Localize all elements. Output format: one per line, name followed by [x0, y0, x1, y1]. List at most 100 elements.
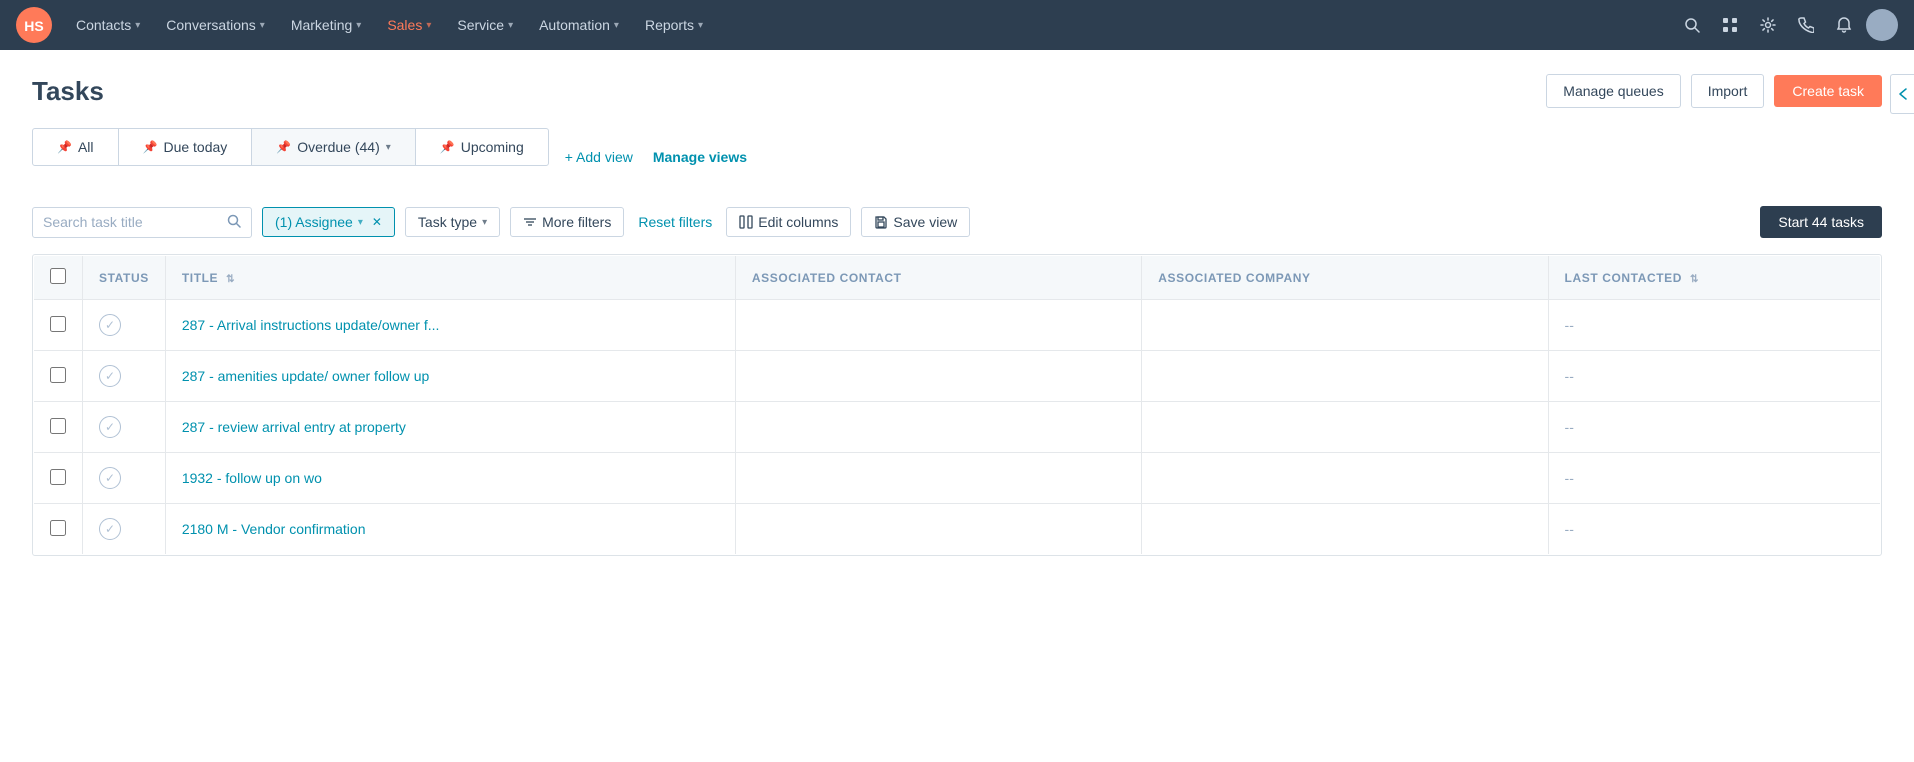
search-icon[interactable] [1676, 9, 1708, 41]
row-contact-cell [735, 351, 1141, 402]
table-row: ✓ 2180 M - Vendor confirmation -- [34, 504, 1881, 555]
nav-automation[interactable]: Automation ▾ [527, 9, 631, 41]
tab-due-today[interactable]: 📌 Due today [119, 129, 253, 165]
phone-icon[interactable] [1790, 9, 1822, 41]
task-status-icon[interactable]: ✓ [99, 365, 121, 387]
last-contacted-value: -- [1565, 419, 1574, 435]
pin-icon: 📌 [143, 140, 158, 154]
task-status-icon[interactable]: ✓ [99, 314, 121, 336]
row-checkbox[interactable] [50, 469, 66, 485]
svg-text:HS: HS [24, 18, 43, 34]
assignee-filter-button[interactable]: (1) Assignee ▾ ✕ [262, 207, 395, 237]
task-status-icon[interactable]: ✓ [99, 416, 121, 438]
table-body: ✓ 287 - Arrival instructions update/owne… [34, 300, 1881, 555]
row-title-cell: 287 - amenities update/ owner follow up [165, 351, 735, 402]
nav-items: Contacts ▾ Conversations ▾ Marketing ▾ S… [64, 9, 1676, 41]
pin-icon: 📌 [440, 140, 455, 154]
task-type-filter-button[interactable]: Task type ▾ [405, 207, 500, 237]
row-checkbox[interactable] [50, 520, 66, 536]
task-title-link[interactable]: 287 - amenities update/ owner follow up [182, 368, 429, 384]
table-row: ✓ 1932 - follow up on wo -- [34, 453, 1881, 504]
chevron-down-icon: ▾ [358, 217, 363, 228]
notifications-icon[interactable] [1828, 9, 1860, 41]
row-company-cell [1142, 300, 1548, 351]
row-checkbox-cell [34, 504, 83, 555]
columns-icon [739, 215, 753, 229]
th-associated-company: ASSOCIATED COMPANY [1142, 256, 1548, 300]
search-box[interactable] [32, 207, 252, 238]
page-title: Tasks [32, 76, 104, 107]
th-title[interactable]: TITLE ⇅ [165, 256, 735, 300]
th-checkbox [34, 256, 83, 300]
chevron-down-icon: ▾ [135, 20, 140, 31]
create-task-button[interactable]: Create task [1774, 75, 1882, 107]
row-checkbox[interactable] [50, 418, 66, 434]
tab-all[interactable]: 📌 All [33, 129, 119, 165]
row-status-cell: ✓ [83, 351, 166, 402]
row-last-contacted-cell: -- [1548, 504, 1880, 555]
row-checkbox-cell [34, 402, 83, 453]
row-checkbox-cell [34, 351, 83, 402]
row-contact-cell [735, 504, 1141, 555]
task-title-link[interactable]: 287 - Arrival instructions update/owner … [182, 317, 440, 333]
chevron-down-icon: ▾ [698, 20, 703, 31]
task-title-link[interactable]: 287 - review arrival entry at property [182, 419, 406, 435]
edit-columns-button[interactable]: Edit columns [726, 207, 851, 237]
user-avatar[interactable] [1866, 9, 1898, 41]
row-title-cell: 287 - review arrival entry at property [165, 402, 735, 453]
tab-overdue[interactable]: 📌 Overdue (44) ▾ [252, 129, 415, 165]
row-checkbox-cell [34, 300, 83, 351]
task-status-icon[interactable]: ✓ [99, 467, 121, 489]
nav-service[interactable]: Service ▾ [445, 9, 525, 41]
row-contact-cell [735, 300, 1141, 351]
select-all-checkbox[interactable] [50, 268, 66, 284]
row-checkbox[interactable] [50, 367, 66, 383]
row-status-cell: ✓ [83, 402, 166, 453]
row-company-cell [1142, 402, 1548, 453]
filter-icon [523, 215, 537, 229]
task-title-link[interactable]: 2180 M - Vendor confirmation [182, 521, 366, 537]
import-button[interactable]: Import [1691, 74, 1765, 108]
table-row: ✓ 287 - Arrival instructions update/owne… [34, 300, 1881, 351]
nav-marketing[interactable]: Marketing ▾ [279, 9, 374, 41]
marketplace-icon[interactable] [1714, 9, 1746, 41]
collapse-panel-button[interactable] [1890, 74, 1914, 114]
page-header: Tasks Manage queues Import Create task [32, 74, 1882, 108]
more-filters-button[interactable]: More filters [510, 207, 624, 237]
task-status-icon[interactable]: ✓ [99, 518, 121, 540]
search-task-input[interactable] [43, 214, 221, 230]
row-checkbox[interactable] [50, 316, 66, 332]
settings-icon[interactable] [1752, 9, 1784, 41]
th-status: STATUS [83, 256, 166, 300]
nav-right-icons [1676, 9, 1898, 41]
th-last-contacted[interactable]: LAST CONTACTED ⇅ [1548, 256, 1880, 300]
start-tasks-button[interactable]: Start 44 tasks [1760, 206, 1882, 238]
add-view-button[interactable]: + Add view [565, 149, 633, 165]
row-checkbox-cell [34, 453, 83, 504]
nav-reports[interactable]: Reports ▾ [633, 9, 715, 41]
reset-filters-link[interactable]: Reset filters [634, 208, 716, 236]
sort-icon: ⇅ [226, 274, 235, 285]
nav-contacts[interactable]: Contacts ▾ [64, 9, 152, 41]
last-contacted-value: -- [1565, 521, 1574, 537]
manage-queues-button[interactable]: Manage queues [1546, 74, 1680, 108]
manage-views-button[interactable]: Manage views [653, 149, 747, 165]
tabs-row: 📌 All 📌 Due today 📌 Overdue (44) ▾ 📌 Upc… [32, 128, 549, 166]
table-row: ✓ 287 - amenities update/ owner follow u… [34, 351, 1881, 402]
tab-upcoming[interactable]: 📌 Upcoming [416, 129, 548, 165]
row-status-cell: ✓ [83, 453, 166, 504]
chevron-down-icon: ▾ [386, 142, 391, 153]
task-title-link[interactable]: 1932 - follow up on wo [182, 470, 322, 486]
save-icon [874, 215, 888, 229]
search-icon [227, 214, 241, 231]
last-contacted-value: -- [1565, 317, 1574, 333]
clear-assignee-filter-icon[interactable]: ✕ [372, 215, 382, 229]
save-view-button[interactable]: Save view [861, 207, 970, 237]
main-content: Tasks Manage queues Import Create task 📌… [0, 50, 1914, 762]
hubspot-logo[interactable]: HS [16, 7, 52, 43]
table-row: ✓ 287 - review arrival entry at property… [34, 402, 1881, 453]
nav-conversations[interactable]: Conversations ▾ [154, 9, 277, 41]
th-associated-contact: ASSOCIATED CONTACT [735, 256, 1141, 300]
row-company-cell [1142, 504, 1548, 555]
nav-sales[interactable]: Sales ▾ [375, 9, 443, 41]
